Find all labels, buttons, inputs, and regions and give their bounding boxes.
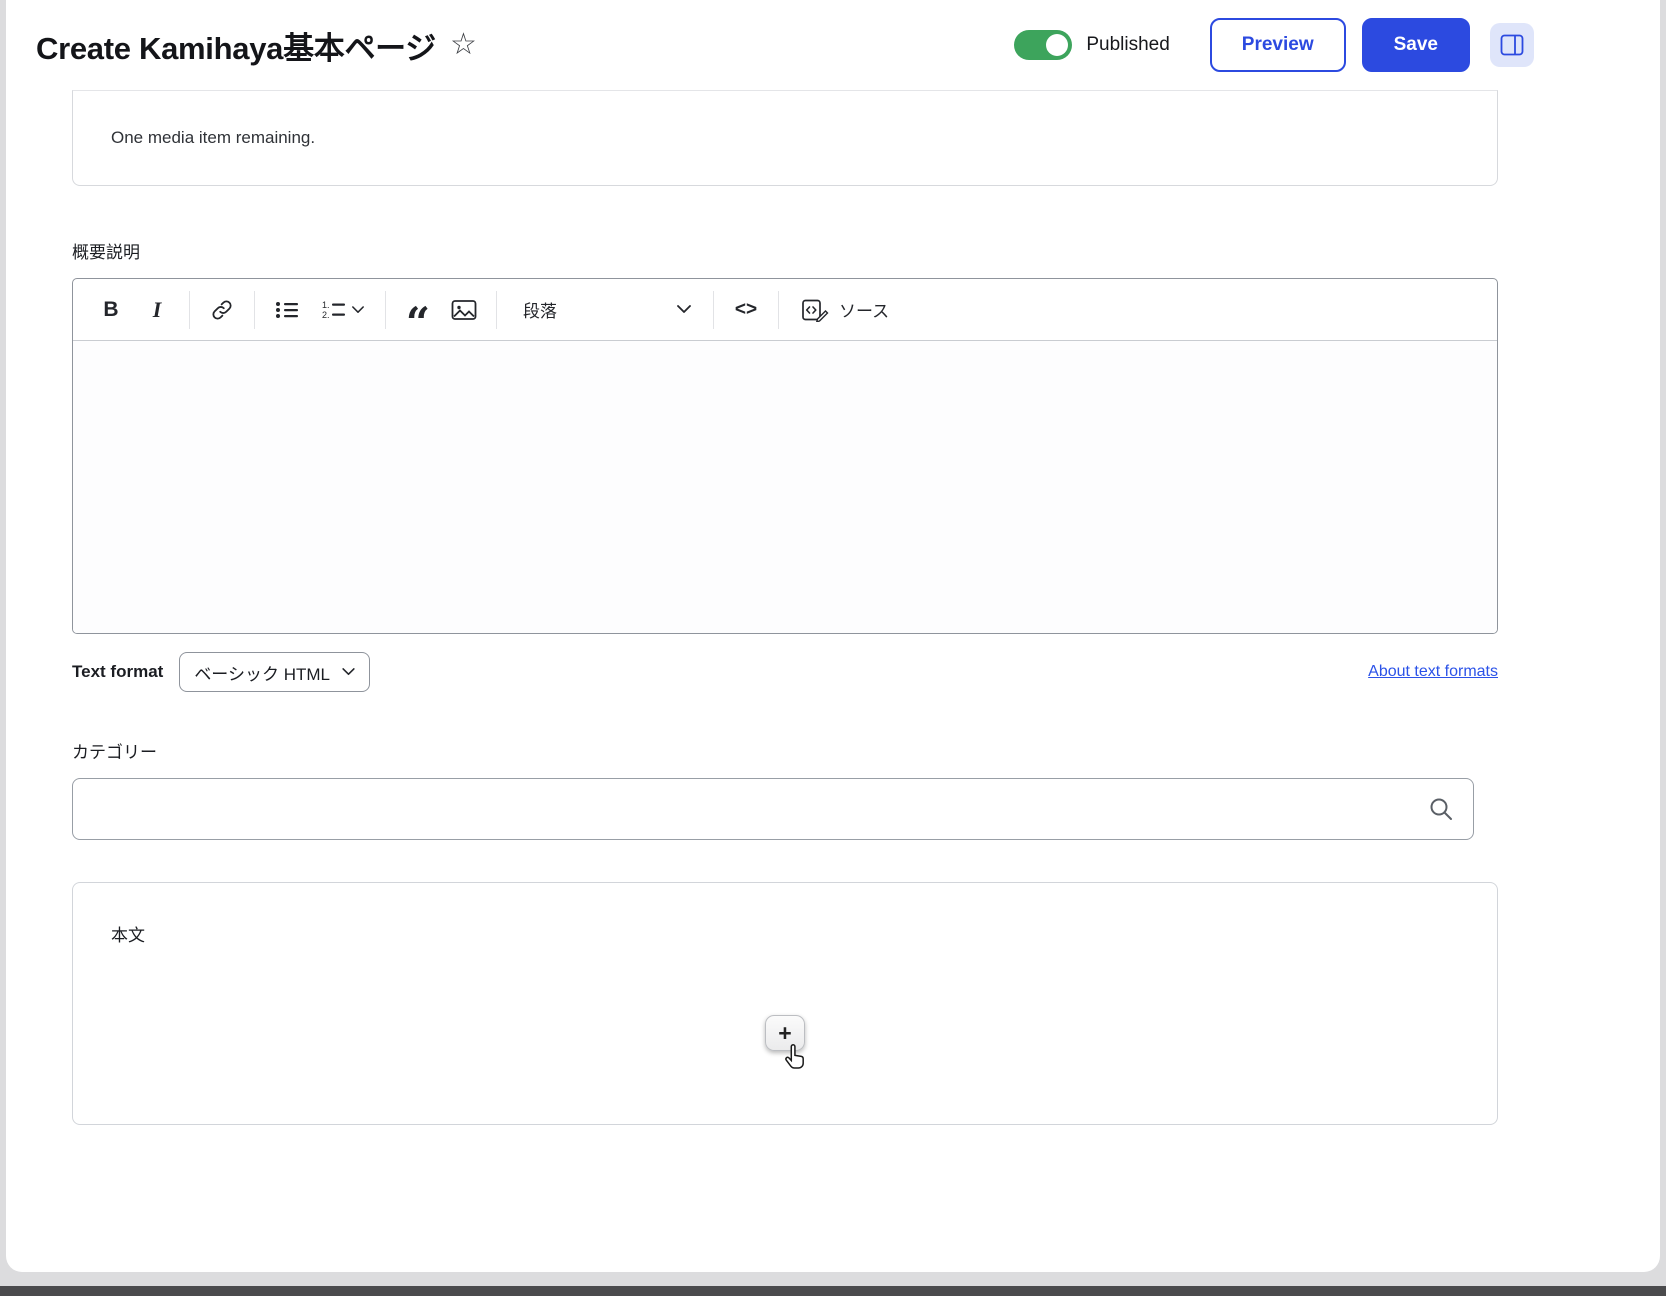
published-label: Published [1086, 34, 1170, 55]
bold-button[interactable]: B [89, 288, 133, 332]
sidebar-layout-icon [1500, 34, 1524, 56]
blockquote-icon: “ [405, 297, 431, 347]
paragraph-format-label: 段落 [523, 302, 557, 321]
save-button[interactable]: Save [1361, 18, 1470, 72]
link-button[interactable] [200, 288, 244, 332]
italic-icon: I [152, 296, 162, 322]
summary-label: 概要説明 [72, 243, 140, 262]
window-bottom-bar [0, 1286, 1666, 1296]
preview-button[interactable]: Preview [1209, 18, 1346, 72]
about-text-formats-link[interactable]: About text formats [1368, 663, 1498, 681]
header-actions: Published Preview Save [1014, 18, 1534, 72]
page-title: Create Kamihaya基本ページ [36, 30, 436, 66]
paragraph-format-dropdown[interactable]: 段落 [507, 288, 703, 332]
text-format-select[interactable]: ベーシック HTML [179, 652, 370, 692]
toggle-knob [1046, 34, 1069, 56]
text-format-row: Text format ベーシック HTML About text format… [72, 652, 1498, 692]
toolbar-separator [713, 290, 714, 329]
media-remaining-text: One media item remaining. [111, 128, 316, 147]
sidebar-toggle-button[interactable] [1490, 23, 1534, 67]
toolbar-separator [778, 290, 779, 329]
rich-text-editor: B I 1. 2. “ 段落 <> ソース [72, 278, 1498, 634]
source-label: ソース [839, 302, 890, 321]
italic-button[interactable]: I [135, 288, 179, 332]
editor-toolbar: B I 1. 2. “ 段落 <> ソース [73, 279, 1497, 347]
svg-text:1.: 1. [322, 300, 330, 310]
bold-icon: B [103, 297, 119, 321]
numbered-list-button[interactable]: 1. 2. [311, 288, 375, 332]
body-field-panel: 本文 + [72, 882, 1498, 1125]
title-wrap: Create Kamihaya基本ページ ☆ [36, 23, 477, 68]
chevron-down-icon [342, 668, 355, 676]
source-editing-button[interactable]: ソース [789, 288, 901, 332]
toolbar-separator [496, 290, 497, 329]
editor-content-area[interactable] [73, 341, 1497, 633]
mouse-cursor-pointer-icon [783, 1042, 809, 1077]
toolbar-separator [385, 290, 386, 329]
published-toggle[interactable] [1014, 30, 1073, 60]
chevron-down-icon [677, 305, 691, 314]
chevron-down-icon [352, 305, 364, 314]
source-icon [801, 298, 829, 322]
insert-image-button[interactable] [442, 288, 486, 332]
page-window: Create Kamihaya基本ページ ☆ Published Preview… [6, 0, 1660, 1272]
code-icon: <> [734, 298, 758, 320]
page-header: Create Kamihaya基本ページ ☆ Published Preview… [6, 0, 1660, 90]
category-search-box [72, 778, 1474, 840]
main-content: One media item remaining. 概要説明 B I 1. 2.… [6, 90, 1660, 1125]
add-paragraph-wrap: + [765, 1015, 805, 1069]
toolbar-separator [254, 290, 255, 329]
bulleted-list-icon [275, 300, 299, 320]
code-button[interactable]: <> [724, 288, 768, 332]
text-format-label: Text format [72, 662, 164, 681]
media-widget-panel: One media item remaining. [72, 90, 1498, 186]
text-format-value: ベーシック HTML [194, 664, 330, 684]
link-icon [210, 298, 234, 322]
bulleted-list-button[interactable] [265, 288, 309, 332]
numbered-list-icon: 1. 2. [322, 300, 346, 320]
toolbar-separator [189, 290, 190, 329]
body-label: 本文 [111, 926, 145, 945]
blockquote-button[interactable]: “ [396, 288, 440, 347]
image-icon [451, 299, 477, 321]
category-search-input[interactable] [72, 778, 1474, 840]
svg-text:2.: 2. [322, 310, 330, 320]
star-icon[interactable]: ☆ [450, 30, 477, 60]
category-label: カテゴリー [72, 743, 157, 762]
